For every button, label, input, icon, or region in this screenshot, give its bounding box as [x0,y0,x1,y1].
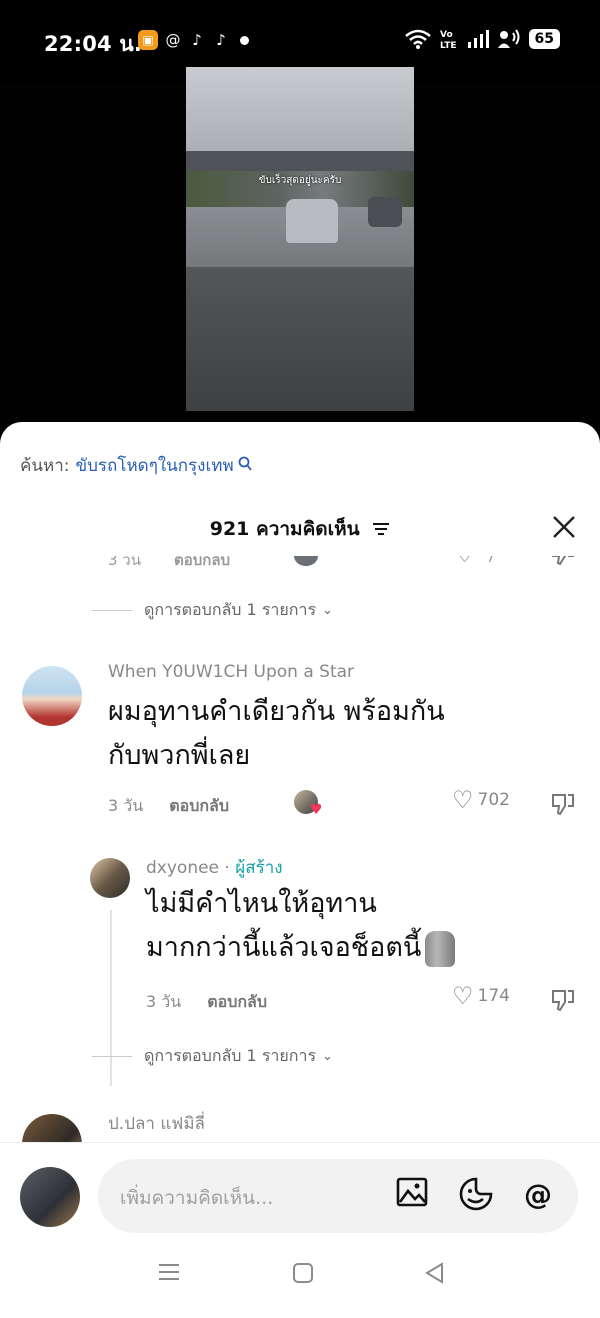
chevron-down-icon: ⌄ [322,603,333,618]
shopping-app-icon: ▣ [138,30,158,50]
view-replies-label: ดูการตอบกลับ 1 รายการ [144,600,317,619]
reply-meta: 3 วัน ตอบกลับ [146,990,267,1015]
video-sky [186,67,414,157]
battery-indicator: 65 [528,29,560,49]
view-replies-button[interactable]: ดูการตอบกลับ 1 รายการ ⌄ [92,598,333,623]
svg-text:LTE: LTE [440,41,457,50]
dislike-icon [552,794,574,816]
like-count: 702 [477,790,510,810]
reply-button[interactable]: ตอบกลับ [169,794,229,819]
back-icon[interactable] [424,1262,444,1290]
comment-username[interactable]: When Y0UW1CH Upon a Star [108,662,354,682]
heart-icon: ♡ [452,982,474,1010]
threads-icon: @ [165,31,181,49]
reply-username-row: dxyonee · ผู้สร้าง [146,854,283,881]
comment-input-bar: เพิ่มความคิดเห็น... @ [0,1142,600,1253]
comment-list[interactable]: 3 วัน ตอบกลับ ♡ 7 ดูการตอบกลับ 1 รายการ … [0,556,600,1142]
reply-text-span: มากกว่านี้แล้วเจอช็อตนี้ [146,932,422,963]
video-thumbnail[interactable]: ขับเร็วสุดอยู่นะครับ [186,67,414,411]
mention-icon[interactable]: @ [520,1177,556,1213]
separator-dot: · [224,858,230,878]
search-icon [238,456,252,476]
my-avatar [20,1167,80,1227]
like-button[interactable]: ♡ 174 [452,982,510,1010]
tiktok-icon: ♪ [192,31,202,49]
image-icon[interactable] [394,1177,430,1213]
signal-icon [467,30,489,48]
comment-input-placeholder: เพิ่มความคิดเห็น... [120,1187,274,1209]
home-icon[interactable] [292,1262,314,1290]
view-replies-label: ดูการตอบกลับ 1 รายการ [144,1046,317,1065]
heart-icon: ♡ [452,786,474,814]
video-caption: ขับเร็วสุดอยู่นะครับ [258,175,342,186]
dislike-button[interactable] [550,792,576,822]
close-icon [553,516,575,538]
like-button[interactable]: ♡ 702 [452,786,510,814]
comment-input[interactable]: เพิ่มความคิดเห็น... @ [98,1159,578,1233]
like-count: 174 [477,986,510,1006]
comment-time: 3 วัน [108,556,141,569]
comment-text: ผมอุทานคำเดียวกัน พร้อมกัน กับพวกพี่เลย [108,690,445,778]
volte-icon: Vo LTE [440,30,457,50]
user-avatar[interactable] [22,666,82,726]
creator-avatar[interactable] [90,858,130,898]
reply-username[interactable]: dxyonee [146,858,219,878]
video-car [368,197,402,227]
related-search[interactable]: ค้นหา: ขับรถโหดๆในกรุงเทพ [20,452,252,479]
comment-text-line: กับพวกพี่เลย [108,740,251,771]
comments-sheet: ค้นหา: ขับรถโหดๆในกรุงเทพ 921 ความคิดเห็… [0,422,600,1318]
system-nav-bar [0,1252,600,1318]
reply-button[interactable]: ตอบกลับ [207,990,267,1015]
comment-text-line: ผมอุทานคำเดียวกัน พร้อมกัน [108,696,445,727]
like-count: 7 [486,556,496,566]
user-avatar[interactable] [22,1114,82,1142]
divider-line [92,610,132,611]
moai-emoji-icon [425,930,456,967]
hotspot-icon [497,29,520,48]
video-bridge [186,151,414,173]
video-dashboard [186,267,414,411]
reply-text-line: ไม่มีคำไหนให้อุทาน [146,888,377,919]
menu-icon[interactable] [158,1262,180,1288]
tiktok-icon: ♪ [216,31,226,49]
wifi-icon [404,29,431,49]
comment-username[interactable]: ป.ปลา แฟมิลี่ [108,1110,205,1137]
svg-text:Vo: Vo [440,30,453,40]
reply-button[interactable]: ตอบกลับ [174,556,230,572]
video-car [286,199,338,243]
divider-line [92,1056,132,1057]
comment-count-title: 921 ความคิดเห็น [209,518,360,540]
dislike-icon[interactable] [550,556,576,572]
clipped-comment-meta: 3 วัน ตอบกลับ ♡ 7 [0,556,600,576]
comments-header: 921 ความคิดเห็น [0,514,600,544]
creator-badge: ผู้สร้าง [235,858,283,878]
dot-indicator [240,35,249,45]
status-time: 22:04 น. [44,32,143,56]
search-term-link[interactable]: ขับรถโหดๆในกรุงเทพ [75,452,233,479]
dislike-icon [552,990,574,1012]
close-button[interactable] [552,515,576,544]
creator-liked-avatar [294,556,318,566]
comment-meta: 3 วัน ตอบกลับ [108,794,229,819]
reply-text-line-2: มากกว่านี้แล้วเจอช็อตนี้ [146,926,456,970]
chevron-down-icon: ⌄ [322,1049,333,1064]
heart-icon[interactable]: ♡ [454,556,476,568]
view-replies-button[interactable]: ดูการตอบกลับ 1 รายการ ⌄ [92,1044,333,1069]
sticker-emoji-icon[interactable] [458,1177,494,1213]
reply-time: 3 วัน [146,992,182,1011]
reply-text: ไม่มีคำไหนให้อุทาน มากกว่านี้แล้วเจอช็อต… [146,882,456,970]
sort-filter-icon[interactable] [372,519,390,541]
system-icons: Vo LTE 65 [404,28,560,50]
dislike-button[interactable] [550,988,576,1018]
search-prefix: ค้นหา: [20,456,70,476]
comment-time: 3 วัน [108,796,144,815]
notification-icons: ▣ @ ♪ ♪ [138,30,249,50]
creator-liked-heart-icon: ♥ [310,802,323,818]
